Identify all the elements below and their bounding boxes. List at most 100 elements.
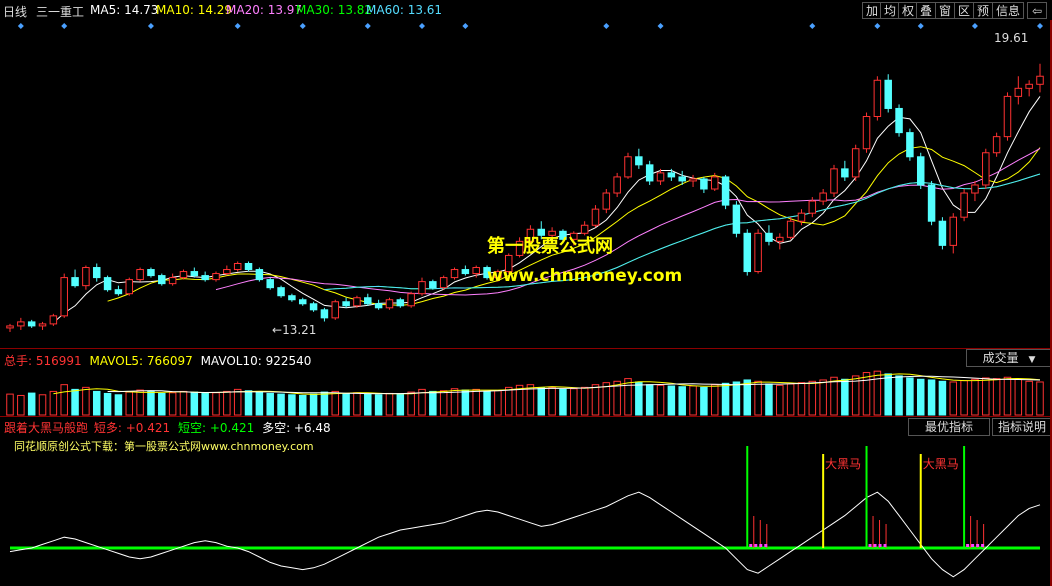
volume-bar-45 (494, 390, 502, 416)
volume-bar-2 (27, 392, 36, 416)
indicator-help-button[interactable]: 指标说明 (992, 418, 1052, 436)
candle-body-59 (645, 164, 654, 182)
candle-body-62 (678, 176, 686, 182)
low-price-value: 13.21 (282, 323, 317, 337)
volume-bar-55 (602, 382, 611, 416)
toolbar-add-button[interactable]: 加 (862, 2, 882, 19)
signal-dot-2-3 (981, 544, 985, 547)
signal-dot-0-1 (754, 544, 758, 547)
volume-bar-37 (407, 391, 415, 416)
candle-body-21 (233, 263, 242, 271)
volume-header: 总手: 516991 MAVOL5: 766097 MAVOL10: 92254… (4, 352, 311, 369)
volume-bar-9 (103, 392, 112, 416)
candle-body-27 (298, 299, 307, 305)
candle-body-65 (710, 176, 719, 190)
candle-body-78 (851, 148, 860, 178)
volume-bar-23 (255, 391, 264, 416)
toolbar-forecast-button[interactable]: 预 (973, 2, 993, 19)
candle-body-12 (136, 269, 144, 281)
candle-body-56 (613, 176, 621, 194)
volume-bar-17 (190, 391, 199, 416)
toolbar-rights-button[interactable]: 权 (898, 2, 918, 19)
ma60-legend: MA60: 13.61 (366, 3, 442, 17)
candle-body-84 (916, 156, 925, 186)
volume-bar-76 (830, 376, 838, 416)
volume-bar-33 (364, 393, 372, 416)
candle-body-5 (60, 277, 68, 317)
volume-bar-85 (927, 379, 936, 416)
toolbar-back-button[interactable]: ⇦ (1027, 2, 1047, 19)
volume-bar-95 (1036, 381, 1044, 416)
period-label[interactable]: 日线 (3, 3, 27, 20)
volume-bar-19 (212, 392, 220, 416)
volume-bar-75 (819, 379, 827, 416)
mavol5-label: MAVOL5: (89, 354, 147, 368)
signal-diamond-3 (234, 23, 241, 29)
signal-dot-0-2 (759, 544, 763, 547)
black-horse-label-0: 大黑马 (825, 457, 861, 471)
volume-indicator-tab-label: 成交量 (982, 351, 1019, 365)
candle-body-76 (830, 168, 838, 194)
candle-body-85 (927, 184, 936, 222)
toolbar-window-button[interactable]: 窗 (935, 2, 955, 19)
candle-body-40 (439, 277, 448, 289)
volume-bar-72 (786, 383, 795, 416)
toolbar-range-button[interactable]: 区 (954, 2, 974, 19)
volume-bar-40 (439, 390, 448, 416)
volume-bar-13 (147, 390, 155, 416)
signal-diamond-9 (657, 23, 664, 29)
candle-body-58 (635, 156, 643, 166)
volume-bar-61 (667, 385, 676, 416)
volume-chart[interactable] (0, 368, 1052, 416)
signal-dot-1-2 (878, 544, 882, 547)
volume-indicator-tab[interactable]: 成交量 ▼ (966, 349, 1052, 367)
indicator-name: 跟着大黑马般跑 (4, 421, 89, 435)
ma20-label: MA20: (226, 3, 268, 17)
volume-bar-12 (136, 389, 144, 416)
candle-body-2 (27, 321, 36, 327)
toolbar-overlay-button[interactable]: 叠 (916, 2, 936, 19)
candle-body-92 (1003, 95, 1012, 138)
volume-bar-77 (841, 378, 849, 416)
volume-bar-27 (298, 394, 307, 416)
volume-bar-92 (1003, 376, 1012, 416)
candle-body-35 (385, 299, 394, 309)
volume-bar-86 (938, 380, 947, 416)
ma5-value: 14.73 (124, 3, 159, 17)
candle-body-94 (1025, 83, 1033, 89)
volume-bar-87 (949, 381, 958, 416)
signal-dot-0-3 (764, 544, 768, 547)
candle-body-60 (656, 172, 665, 182)
volume-bar-63 (689, 385, 697, 416)
volume-bar-15 (168, 392, 177, 416)
toolbar-average-button[interactable]: 均 (880, 2, 900, 19)
candle-body-39 (429, 281, 437, 289)
volume-bar-26 (288, 394, 296, 416)
candle-body-42 (461, 269, 470, 275)
candle-body-87 (949, 216, 958, 246)
candle-body-28 (309, 303, 318, 311)
volume-bar-1 (17, 394, 25, 416)
candle-body-15 (168, 277, 177, 285)
volume-bar-79 (862, 372, 871, 416)
volume-bar-88 (960, 380, 968, 416)
volume-bar-10 (114, 394, 123, 416)
volume-bar-29 (320, 391, 329, 416)
volume-bar-32 (353, 392, 361, 416)
volume-bar-82 (895, 375, 903, 416)
indicator-line (9, 491, 1041, 578)
indicator-header: 跟着大黑马般跑 短多: +0.421 短空: +0.421 多空: +6.48 (4, 419, 331, 436)
toolbar-info-button[interactable]: 信息 (992, 2, 1024, 19)
signal-diamond-2 (147, 23, 154, 29)
candle-body-31 (342, 301, 350, 307)
candle-body-93 (1014, 87, 1023, 97)
volume-bar-80 (873, 370, 882, 416)
volume-bar-5 (60, 384, 68, 416)
indicator-chart[interactable]: 大黑马 大黑马 (0, 436, 1052, 586)
duan-kong-value: +0.421 (209, 421, 255, 435)
candlestick-chart[interactable] (0, 20, 1052, 348)
best-indicator-button[interactable]: 最优指标 (908, 418, 990, 436)
candle-body-32 (353, 297, 361, 307)
volume-bar-14 (158, 392, 166, 416)
ma10-legend: MA10: 14.29 (156, 3, 232, 17)
